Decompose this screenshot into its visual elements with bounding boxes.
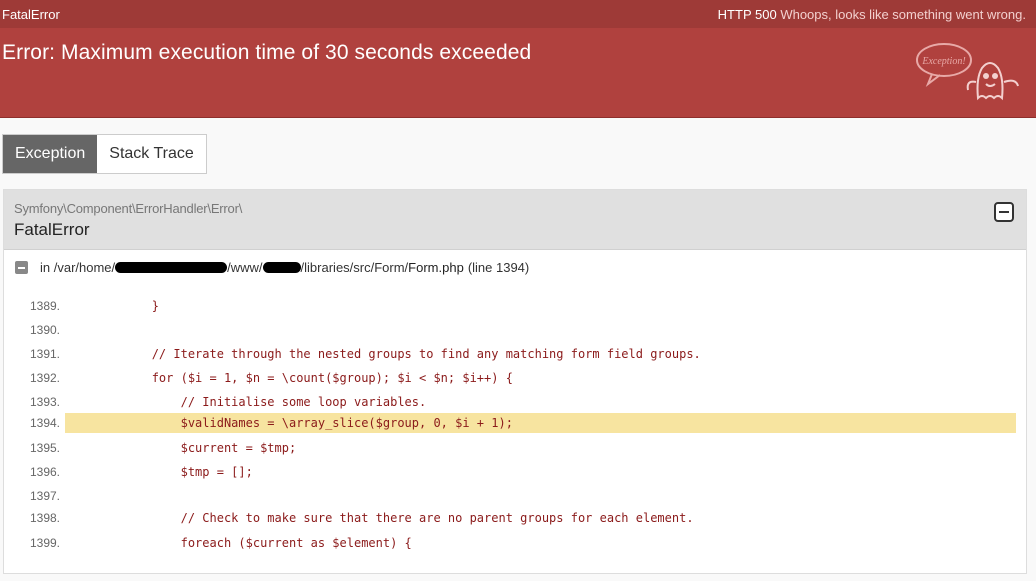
line-number: 1390. — [29, 323, 60, 337]
code-line: 1399. foreach ($current as $element) { — [4, 533, 1026, 553]
line-number: 1392. — [29, 371, 60, 385]
line-number: 1394. — [29, 416, 60, 430]
line-number: 1398. — [29, 511, 60, 525]
collapse-toggle-icon[interactable] — [994, 202, 1014, 222]
error-type-label: FatalError — [2, 6, 60, 22]
code-line: 1389. } — [4, 296, 1026, 316]
http-status-message: Whoops, looks like something went wrong. — [780, 6, 1026, 22]
line-source: $current = $tmp; — [65, 441, 297, 455]
line-source: $validNames = \array_slice($group, 0, $i… — [65, 413, 1016, 433]
file-location: in /var/home/ /www/ /libraries/src/Form/… — [15, 260, 529, 275]
redacted-path-segment — [262, 262, 301, 273]
line-source: for ($i = 1, $n = \count($group); $i < $… — [65, 371, 513, 385]
line-source — [65, 486, 1016, 506]
line-source: $tmp = []; — [65, 465, 253, 479]
http-status: HTTP 500 Whoops, looks like something we… — [718, 7, 1026, 22]
code-line: 1391. // Iterate through the nested grou… — [4, 344, 1026, 364]
line-number: 1399. — [29, 536, 60, 550]
page-title: Error: Maximum execution time of 30 seco… — [2, 41, 532, 64]
code-line: 1394. $validNames = \array_slice($group,… — [4, 413, 1026, 433]
line-source — [65, 320, 1016, 340]
line-number: 1393. — [29, 395, 60, 409]
exception-namespace: Symfony\Component\ErrorHandler\Error\ — [14, 201, 243, 216]
code-line: 1390. — [4, 320, 1026, 340]
tab-exception[interactable]: Exception — [3, 135, 98, 173]
line-source: } — [65, 299, 159, 313]
line-source: // Initialise some loop variables. — [65, 395, 427, 409]
code-line: 1392. for ($i = 1, $n = \count($group); … — [4, 368, 1026, 388]
line-number: 1397. — [29, 489, 60, 503]
code-line: 1393. // Initialise some loop variables. — [4, 392, 1026, 412]
collapse-source-icon[interactable] — [15, 261, 28, 274]
http-status-code: HTTP 500 — [717, 6, 777, 22]
code-line: 1398. // Check to make sure that there a… — [4, 508, 1026, 528]
line-source: foreach ($current as $element) { — [65, 536, 412, 550]
exception-badge-text: Exception! — [921, 56, 965, 67]
code-line: 1396. $tmp = []; — [4, 462, 1026, 482]
line-number: 1396. — [29, 465, 60, 479]
tab-stack-trace[interactable]: Stack Trace — [97, 135, 205, 173]
line-number: 1391. — [29, 347, 60, 361]
file-name: Form.php — [408, 260, 464, 275]
exception-class: FatalError — [14, 220, 90, 239]
line-source: // Check to make sure that there are no … — [65, 511, 694, 525]
ghost-mascot-icon: Exception! — [916, 43, 1019, 101]
file-line-number: (line 1394) — [467, 260, 530, 275]
top-bar: FatalError HTTP 500 Whoops, looks like s… — [0, 0, 1036, 28]
line-number: 1395. — [29, 441, 60, 455]
code-line: 1395. $current = $tmp; — [4, 438, 1026, 458]
error-header: Error: Maximum execution time of 30 seco… — [0, 28, 1036, 118]
line-number: 1389. — [29, 299, 60, 313]
redacted-path-segment — [115, 262, 228, 273]
line-source: // Iterate through the nested groups to … — [65, 347, 701, 361]
tab-bar: Exception Stack Trace — [2, 134, 207, 174]
exception-panel-header: Symfony\Component\ErrorHandler\Error\ Fa… — [4, 190, 1026, 250]
file-path-www: /www/ — [227, 260, 263, 275]
file-path-prefix: in /var/home/ — [40, 260, 116, 275]
code-line: 1397. — [4, 486, 1026, 506]
file-path-dir: /libraries/src/Form/ — [300, 260, 409, 275]
exception-panel: Symfony\Component\ErrorHandler\Error\ Fa… — [3, 189, 1027, 574]
